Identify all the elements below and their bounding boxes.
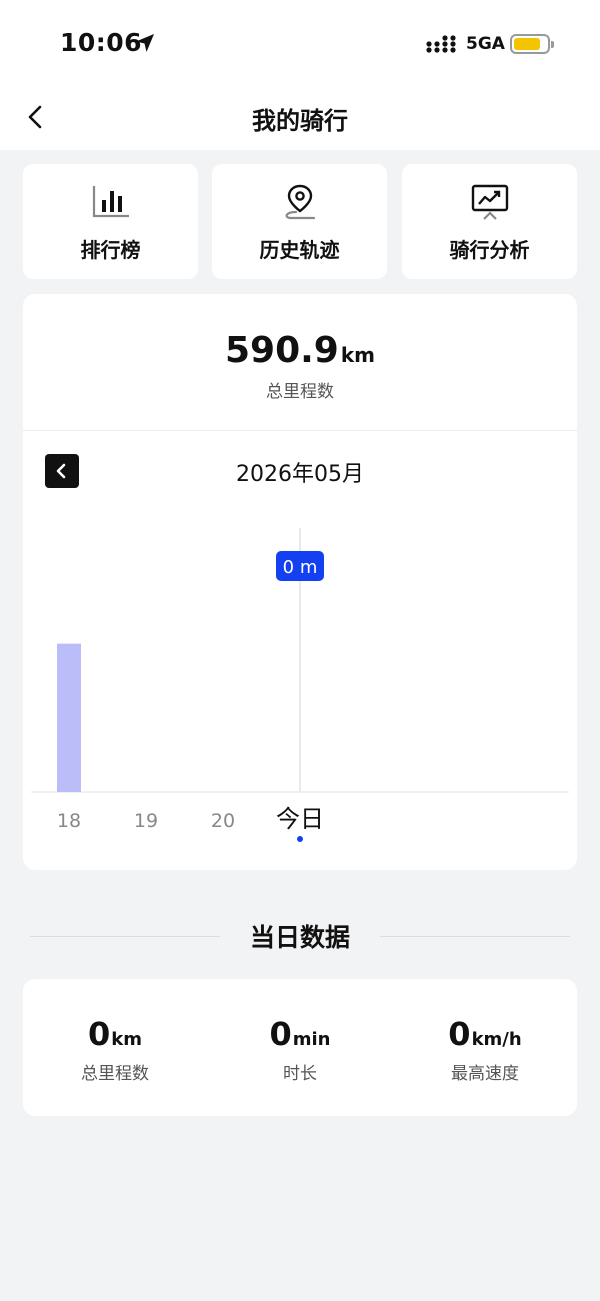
ranking-label: 排行榜 [80, 238, 141, 262]
day-stats-card: 0km 总里程数 0min 时长 0km/h 最高速度 [23, 979, 577, 1116]
page-title: 我的骑行 [252, 107, 348, 135]
month-label: 2026年05月 [236, 462, 364, 487]
bar-chart-icon [92, 186, 129, 218]
divider [23, 430, 577, 431]
history-track-label: 历史轨迹 [259, 238, 340, 262]
analysis-screen-icon [471, 184, 508, 220]
ride-analysis-button[interactable]: 骑行分析 [402, 164, 577, 279]
location-arrow-icon [136, 34, 154, 52]
day-max-speed-stat: 0km/h 最高速度 [393, 1015, 577, 1084]
stat-value: 0 [448, 1015, 471, 1053]
x-tick-label: 今日 [276, 805, 324, 833]
total-distance-label: 总里程数 [266, 382, 334, 402]
stat-unit: min [292, 1029, 331, 1050]
section-title: 当日数据 [249, 923, 350, 952]
value-tooltip-label: 0 m [283, 557, 318, 578]
ranking-button[interactable]: 排行榜 [23, 164, 198, 279]
battery-level [514, 38, 540, 50]
history-track-button[interactable]: 历史轨迹 [212, 164, 387, 279]
selected-day-dot [297, 836, 303, 842]
stat-value: 0 [269, 1015, 292, 1053]
day-data-header: 当日数据 [30, 916, 570, 956]
day-duration-stat: 0min 时长 [208, 1015, 392, 1084]
daily-distance-chart[interactable]: 18 19 20 今日 0 m [23, 514, 577, 854]
total-distance-value: 590.9 [224, 330, 339, 371]
stat-unit: km [111, 1029, 142, 1050]
battery-icon [510, 34, 554, 54]
stat-label: 总里程数 [81, 1064, 149, 1084]
total-distance: 590.9 km [23, 330, 577, 371]
stat-unit: km/h [471, 1029, 522, 1050]
x-tick-label: 18 [57, 810, 81, 832]
signal-icon [426, 35, 456, 53]
map-pin-icon [285, 184, 315, 220]
stat-label: 时长 [283, 1064, 317, 1084]
stat-label: 最高速度 [451, 1064, 519, 1084]
status-time: 10:06 [60, 28, 143, 57]
total-distance-unit: km [340, 343, 375, 367]
chart-bar [57, 643, 81, 792]
status-bar: 10:06 5GA [0, 0, 600, 88]
summary-card: 590.9 km 总里程数 2026年05月 18 19 20 今日 0 m [23, 294, 577, 870]
stat-value: 0 [88, 1015, 111, 1053]
x-tick-label: 20 [211, 810, 235, 832]
x-tick-label: 19 [134, 810, 158, 832]
network-label: 5GA [466, 34, 505, 54]
ride-analysis-label: 骑行分析 [449, 238, 530, 262]
day-distance-stat: 0km 总里程数 [23, 1015, 207, 1084]
nav-bar: 我的骑行 [0, 88, 600, 150]
